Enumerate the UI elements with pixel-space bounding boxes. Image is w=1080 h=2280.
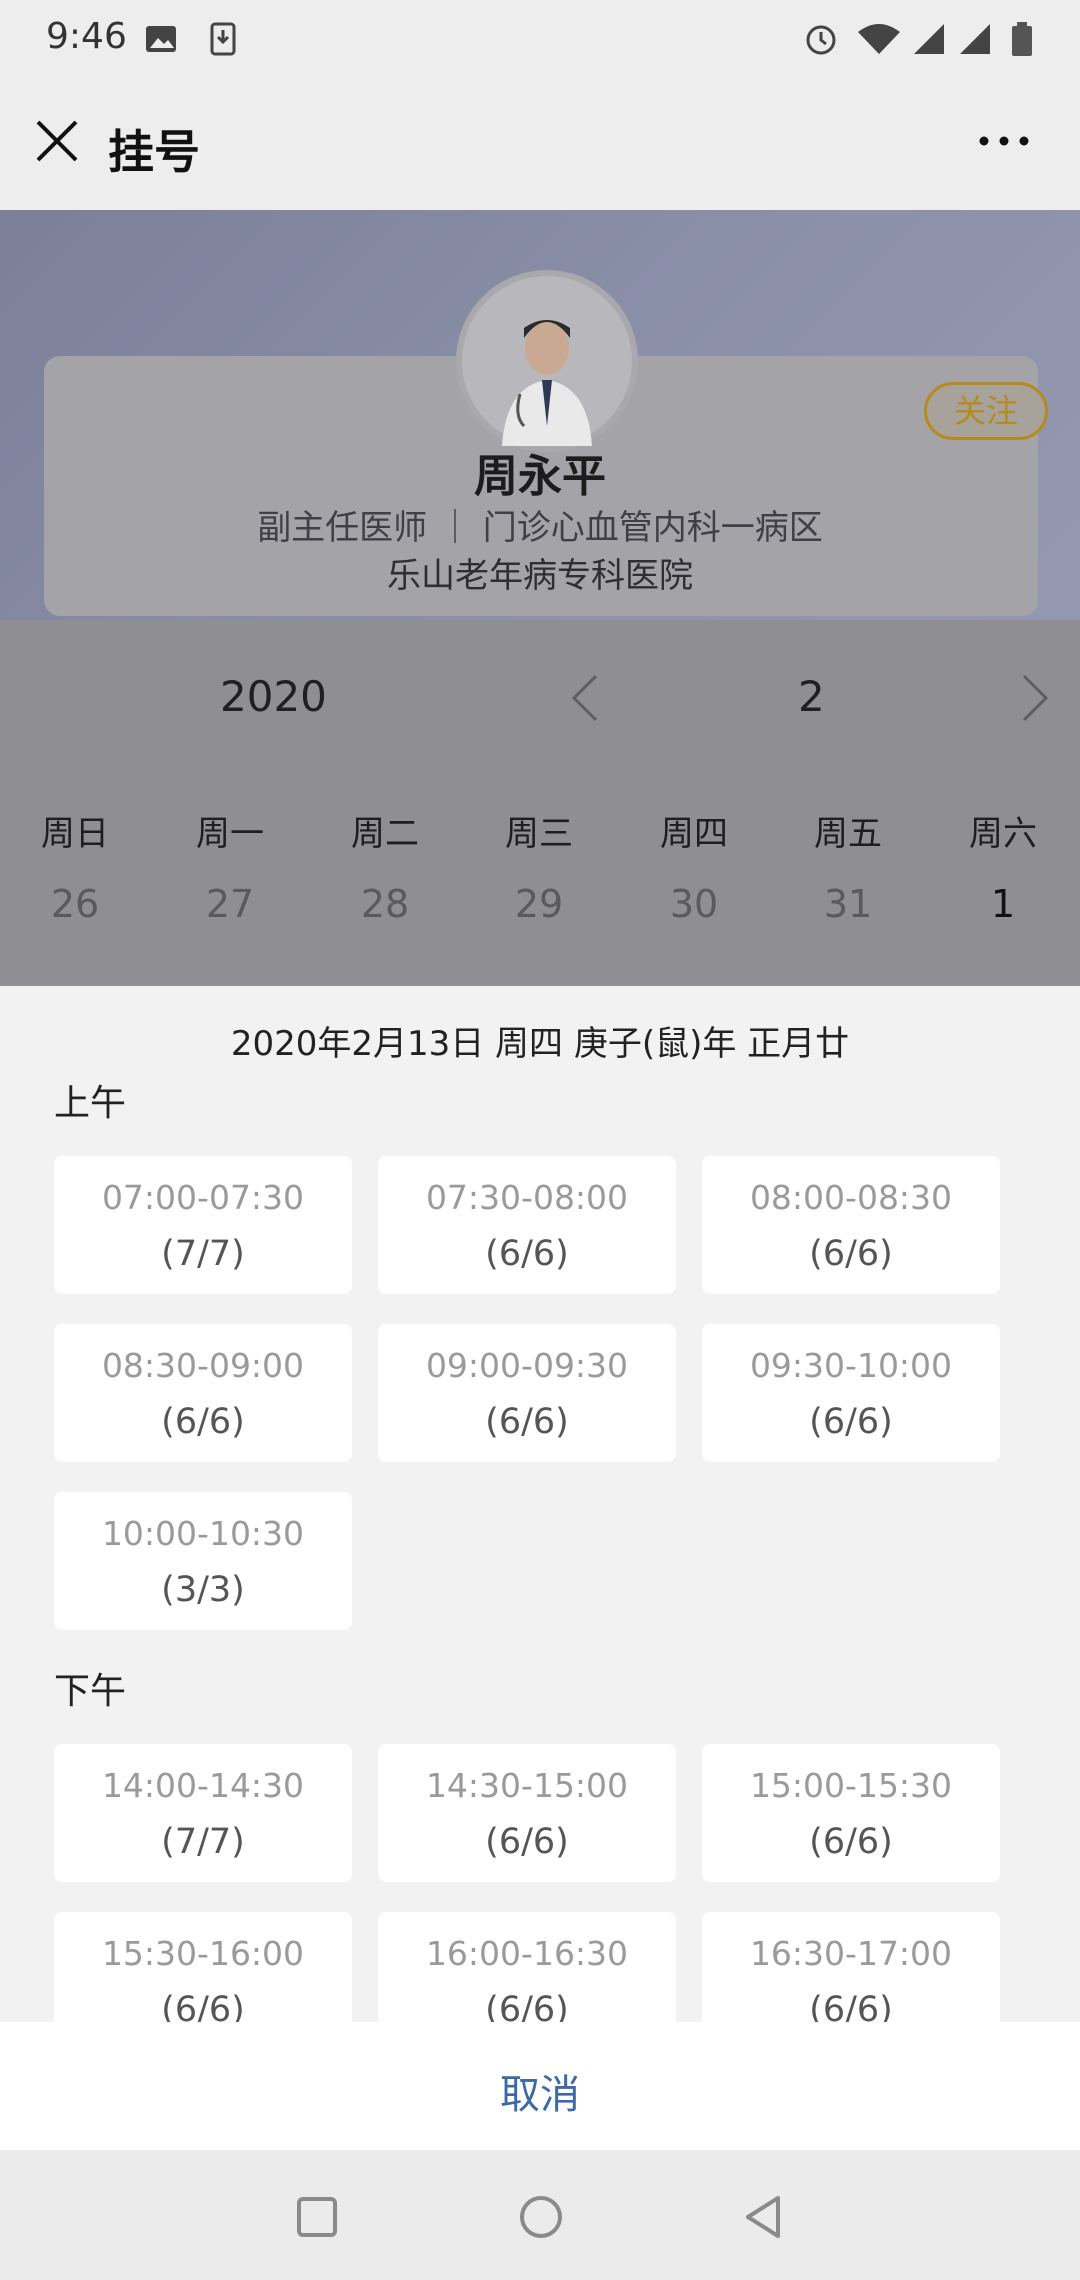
time-slot[interactable]: 14:00-14:30 (7/7): [54, 1744, 352, 1882]
status-time: 9:46: [46, 16, 127, 57]
time-slot[interactable]: 09:30-10:00 (6/6): [702, 1324, 1000, 1462]
calendar-day[interactable]: 29: [474, 882, 604, 926]
time-slot[interactable]: 07:00-07:30 (7/7): [54, 1156, 352, 1294]
doctor-name: 周永平: [474, 451, 606, 502]
calendar-year: 2020: [220, 672, 327, 721]
calendar-day[interactable]: 26: [10, 882, 140, 926]
slot-count: (6/6): [485, 1402, 569, 1442]
slot-time: 15:30-16:00: [101, 1934, 305, 1973]
doctor-avatar: [456, 270, 638, 452]
wifi-icon: [858, 24, 900, 54]
calendar-day[interactable]: 1: [938, 882, 1068, 926]
next-month-icon[interactable]: [1020, 672, 1050, 724]
calendar-month: 2: [798, 672, 825, 721]
weekday-label: 周一: [196, 814, 264, 854]
time-slot[interactable]: 15:00-15:30 (6/6): [702, 1744, 1000, 1882]
recents-square-icon[interactable]: [296, 2196, 338, 2238]
time-slot[interactable]: 14:30-15:00 (6/6): [378, 1744, 676, 1882]
slot-time: 14:30-15:00: [425, 1766, 629, 1805]
calendar-day[interactable]: 27: [165, 882, 295, 926]
weekday-label: 周二: [351, 814, 419, 854]
slot-time: 07:00-07:30: [101, 1178, 305, 1217]
calendar-day[interactable]: 31: [783, 882, 913, 926]
slot-time: 08:00-08:30: [749, 1178, 953, 1217]
slot-time: 07:30-08:00: [425, 1178, 629, 1217]
slot-time: 08:30-09:00: [101, 1346, 305, 1385]
weekday-label: 周日: [41, 814, 109, 854]
slot-count: (6/6): [809, 1402, 893, 1442]
slot-count: (6/6): [809, 1234, 893, 1274]
slot-time: 15:00-15:30: [749, 1766, 953, 1805]
doctor-title-department: 副主任医师 ｜ 门诊心血管内科一病区: [257, 508, 823, 548]
signal-icon: [960, 24, 990, 54]
slot-time: 09:30-10:00: [749, 1346, 953, 1385]
slot-count: (6/6): [485, 1234, 569, 1274]
more-options-icon[interactable]: [976, 126, 1032, 156]
slot-count: (6/6): [485, 1822, 569, 1862]
weekday-label: 周六: [969, 814, 1037, 854]
time-slot[interactable]: 07:30-08:00 (6/6): [378, 1156, 676, 1294]
doctor-hospital: 乐山老年病专科医院: [387, 556, 693, 596]
battery-icon: [1012, 22, 1032, 56]
slot-time: 09:00-09:30: [425, 1346, 629, 1385]
time-slot[interactable]: 09:00-09:30 (6/6): [378, 1324, 676, 1462]
weekday-label: 周五: [814, 814, 882, 854]
slot-time: 10:00-10:30: [101, 1514, 305, 1553]
close-icon[interactable]: [34, 118, 80, 164]
time-slot[interactable]: 08:00-08:30 (6/6): [702, 1156, 1000, 1294]
time-slot[interactable]: 08:30-09:00 (6/6): [54, 1324, 352, 1462]
download-icon: [210, 22, 236, 56]
image-icon: [146, 26, 176, 52]
morning-label: 上午: [54, 1083, 127, 1124]
home-circle-icon[interactable]: [518, 2194, 564, 2240]
slot-time: 16:30-17:00: [749, 1934, 953, 1973]
cancel-button[interactable]: 取消: [0, 2062, 1080, 2120]
calendar-day[interactable]: 30: [629, 882, 759, 926]
slot-count: (7/7): [161, 1822, 245, 1862]
weekday-label: 周四: [660, 814, 728, 854]
slot-count: (6/6): [161, 1402, 245, 1442]
signal-icon: [914, 24, 944, 54]
selected-date: 2020年2月13日 周四 庚子(鼠)年 正月廿: [230, 1024, 850, 1064]
calendar-area: [0, 620, 1080, 986]
afternoon-label: 下午: [54, 1671, 127, 1712]
prev-month-icon[interactable]: [570, 672, 600, 724]
doctor-avatar-icon: [502, 320, 592, 446]
alarm-icon: [806, 25, 836, 55]
slot-count: (3/3): [161, 1570, 245, 1610]
slot-count: (7/7): [161, 1234, 245, 1274]
calendar-day[interactable]: 28: [320, 882, 450, 926]
weekday-label: 周三: [505, 814, 573, 854]
follow-button[interactable]: 关注: [924, 382, 1048, 440]
page-title: 挂号: [108, 125, 200, 179]
slot-count: (6/6): [809, 1822, 893, 1862]
slot-time: 14:00-14:30: [101, 1766, 305, 1805]
time-slot[interactable]: 10:00-10:30 (3/3): [54, 1492, 352, 1630]
back-triangle-icon[interactable]: [742, 2194, 784, 2240]
slot-time: 16:00-16:30: [425, 1934, 629, 1973]
